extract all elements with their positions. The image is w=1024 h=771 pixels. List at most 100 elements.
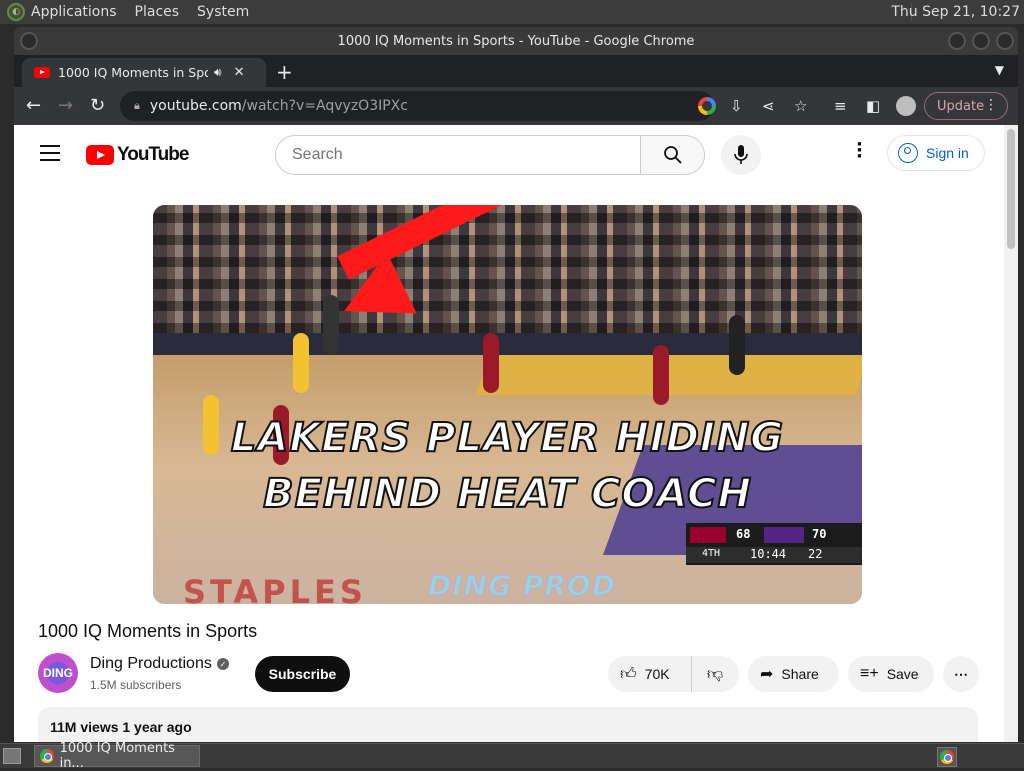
youtube-play-icon: [86, 145, 114, 165]
install-app-icon[interactable]: ⇩: [730, 97, 743, 115]
youtube-favicon-icon: [34, 67, 50, 78]
reload-icon[interactable]: ↻: [90, 95, 105, 116]
home-score: 68: [736, 527, 751, 541]
views-and-date: 11M views 1 year ago: [50, 719, 192, 735]
close-window-button[interactable]: [996, 32, 1014, 50]
thumbs-down-icon: 👎︎: [706, 665, 724, 683]
sign-in-label: Sign in: [926, 145, 969, 161]
game-clock: 10:44: [750, 547, 787, 561]
menu-places[interactable]: Places: [135, 4, 180, 20]
chrome-menu-icon[interactable]: ⋮: [984, 97, 998, 113]
browser-toolbar: ← → ↻ 🔒︎ youtube.com/watch?v=AqvyzO3IPXc…: [14, 87, 1018, 125]
microphone-icon: [734, 145, 748, 164]
share-button[interactable]: ➦ Share: [748, 656, 839, 692]
channel-name[interactable]: Ding Productions: [90, 655, 212, 673]
player-figure: [653, 345, 669, 405]
scoreboard: 68 70 4TH 10:44 22: [686, 523, 862, 565]
thumbs-up-icon: 👍︎: [620, 665, 637, 683]
tab-close-icon[interactable]: ✕: [234, 65, 245, 80]
dislike-button[interactable]: 👎︎: [692, 665, 738, 684]
playlist-add-icon: ≡+: [860, 665, 879, 682]
back-icon[interactable]: ←: [26, 95, 41, 116]
taskbar-chrome-task[interactable]: 1000 IQ Moments in...: [34, 741, 200, 771]
search-box: [275, 135, 705, 175]
youtube-wordmark: YouTube: [117, 144, 189, 165]
coach-figure: [323, 295, 339, 355]
account-icon: [898, 143, 918, 163]
chrome-window: 1000 IQ Moments in Sports - YouTube - Go…: [14, 27, 1018, 742]
tab-strip: 1000 IQ Moments in Sports - YouTube 🔊︎ ✕…: [14, 55, 1018, 87]
channel-avatar[interactable]: DING: [38, 653, 78, 693]
search-icon: [663, 146, 682, 164]
update-button[interactable]: Update ⋮: [924, 92, 1008, 120]
youtube-page: YouTube ··· Sign in: [14, 125, 1018, 742]
more-actions-button[interactable]: ⋯: [943, 656, 979, 692]
more-horizontal-icon: ⋯: [954, 665, 968, 682]
youtube-header: YouTube ··· Sign in: [14, 125, 1004, 181]
save-button[interactable]: ≡+ Save: [848, 656, 934, 692]
gnome-logo-icon[interactable]: ◐: [7, 3, 25, 21]
tab-youtube[interactable]: 1000 IQ Moments in Sports - YouTube 🔊︎ ✕: [22, 58, 266, 87]
description-box[interactable]: 11M views 1 year ago: [38, 707, 978, 742]
system-panel: ◐ Applications Places System Thu Sep 21,…: [0, 0, 1024, 24]
video-title: 1000 IQ Moments in Sports: [38, 621, 258, 641]
youtube-logo[interactable]: YouTube: [86, 144, 189, 166]
scoreboard-clock-row: 4TH 10:44 22: [686, 547, 862, 563]
window-menu-button[interactable]: [20, 32, 38, 50]
address-bar[interactable]: 🔒︎ youtube.com/watch?v=AqvyzO3IPXc: [120, 91, 714, 121]
video-caption-line2: BEHIND HEAT COACH: [262, 470, 752, 518]
task-label: 1000 IQ Moments in...: [59, 741, 175, 771]
url-path: /watch?v=AqvyzO3IPXc: [241, 98, 408, 114]
update-label: Update: [937, 98, 985, 114]
side-panel-icon[interactable]: ◧: [866, 97, 880, 115]
subscribe-button[interactable]: Subscribe: [255, 656, 350, 692]
chrome-icon: [40, 749, 54, 763]
scrollbar-thumb[interactable]: [1007, 129, 1015, 249]
page-scrollbar[interactable]: [1004, 125, 1018, 742]
video-player[interactable]: LAKERS PLAYER HIDING BEHIND HEAT COACH S…: [153, 205, 862, 604]
show-desktop-icon[interactable]: [3, 748, 21, 764]
voice-search-button[interactable]: [721, 135, 761, 175]
search-input[interactable]: [276, 136, 641, 174]
new-tab-button[interactable]: +: [276, 60, 293, 84]
audio-playing-icon[interactable]: 🔊︎: [214, 65, 222, 80]
share-label: Share: [781, 666, 819, 682]
search-button[interactable]: [640, 136, 704, 174]
menu-applications[interactable]: Applications: [31, 4, 117, 20]
save-label: Save: [886, 666, 919, 682]
window-title: 1000 IQ Moments in Sports - YouTube - Go…: [337, 33, 695, 49]
player-figure: [483, 333, 499, 393]
bookmark-star-icon[interactable]: ☆: [794, 97, 807, 115]
media-controls-icon[interactable]: ≡: [834, 97, 847, 115]
window-titlebar[interactable]: 1000 IQ Moments in Sports - YouTube - Go…: [14, 27, 1018, 55]
tab-search-icon[interactable]: ▼: [995, 63, 1004, 77]
away-score: 70: [812, 527, 827, 541]
minimize-button[interactable]: [948, 32, 966, 50]
panel-clock[interactable]: Thu Sep 21, 10:27: [891, 4, 1020, 20]
heat-team-badge: [690, 527, 726, 543]
share-page-icon[interactable]: ⋖: [762, 97, 775, 115]
sign-in-button[interactable]: Sign in: [887, 135, 985, 171]
menu-system[interactable]: System: [197, 4, 249, 20]
verified-badge-icon: ✓: [217, 658, 229, 670]
lakers-team-badge: [764, 527, 804, 543]
referee-figure: [729, 315, 745, 375]
like-button[interactable]: 👍︎ 70K: [608, 656, 692, 692]
bottom-taskbar: 1000 IQ Moments in...: [0, 741, 1024, 771]
subscriber-count: 1.5M subscribers: [90, 678, 182, 692]
like-count: 70K: [644, 666, 670, 682]
maximize-button[interactable]: [972, 32, 990, 50]
court-text: STAPLES: [183, 573, 367, 604]
like-dislike-group: 👍︎ 70K 👎︎: [608, 656, 739, 692]
tab-title: 1000 IQ Moments in Sports - YouTube: [58, 65, 208, 80]
chrome-icon: [940, 750, 954, 764]
settings-kebab-icon[interactable]: · · ·: [856, 136, 863, 166]
profile-avatar-icon[interactable]: [896, 96, 916, 116]
video-watermark: DING PROD: [428, 569, 616, 603]
video-caption-line1: LAKERS PLAYER HIDING: [230, 414, 785, 462]
lock-icon[interactable]: 🔒︎: [134, 99, 140, 113]
google-lens-icon[interactable]: [698, 97, 716, 115]
forward-icon[interactable]: →: [58, 95, 73, 116]
hamburger-menu-icon[interactable]: [40, 145, 60, 166]
tray-chrome-icon[interactable]: [937, 747, 957, 767]
